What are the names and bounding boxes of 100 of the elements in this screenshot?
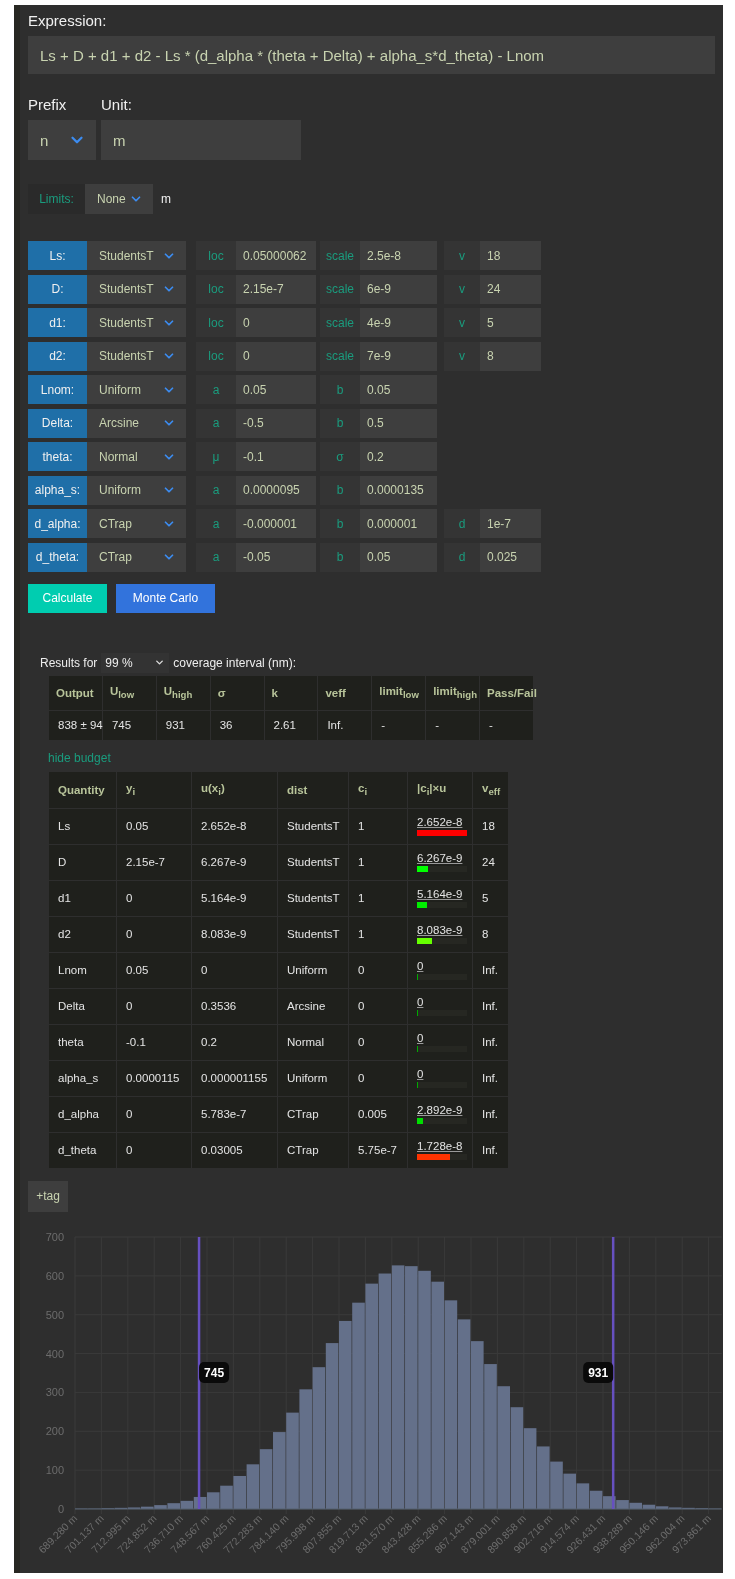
table-cell: 1.728e-8: [417, 1140, 463, 1152]
table-cell: Arcsine: [277, 988, 349, 1024]
table-cell: 838 ± 94: [48, 710, 103, 740]
table-cell: 931: [156, 710, 211, 740]
column-header: σ: [210, 675, 264, 710]
table-cell: 0.0000115: [116, 1060, 192, 1096]
column-header: y$_{i}$: [116, 771, 192, 808]
unit-label: Unit:: [101, 95, 132, 115]
variable-name: D:: [28, 274, 87, 304]
table-cell: 5.164e-9: [417, 888, 463, 900]
column-header: v$_{eff}$: [472, 771, 509, 808]
table-cell: 0: [348, 1024, 408, 1060]
table-cell: d_alpha: [48, 1096, 117, 1132]
table-cell: Inf.: [317, 710, 372, 740]
column-header: U$_{low}$: [102, 675, 157, 710]
table-cell: 5: [472, 880, 509, 916]
table-cell: StudentsT: [277, 844, 349, 880]
table-cell: 0.005: [348, 1096, 408, 1132]
table-cell: D: [48, 844, 117, 880]
column-header: |c$_{i}$|×u: [407, 771, 473, 808]
parameter-label: d: [444, 542, 480, 572]
parameter-label: d: [444, 509, 480, 538]
parameter-label: v: [444, 274, 480, 304]
variable-name: alpha_s:: [28, 475, 87, 505]
parameter-label: v: [444, 341, 480, 371]
table-cell: d2: [48, 916, 117, 952]
table-cell-text: 0: [417, 1068, 425, 1080]
table-cell: theta: [48, 1024, 117, 1060]
column-header: limit$_{high}$: [425, 675, 480, 710]
table-cell: Lnom: [48, 952, 117, 988]
table-cell: 8: [472, 916, 509, 952]
parameter-label: scale: [320, 341, 360, 371]
ref-line-label: 745: [204, 1365, 225, 1380]
table-cell: Normal: [277, 1024, 349, 1060]
column-header: limit$_{low}$: [371, 675, 426, 710]
column-header: dist: [277, 771, 349, 808]
table-cell: alpha_s: [48, 1060, 117, 1096]
table-cell: CTrap: [277, 1096, 349, 1132]
table-cell: 0.000001155: [191, 1060, 278, 1096]
column-header: Pass/Fail: [479, 675, 534, 710]
axis-label: 400: [45, 1347, 64, 1360]
table-cell: 2.652e-8: [417, 816, 463, 828]
value-tag: 745: [199, 1361, 230, 1383]
table-cell: 745: [102, 710, 157, 740]
prefix-label: Prefix: [28, 95, 68, 115]
table-cell: Inf.: [472, 1132, 509, 1168]
table-cell: 2.15e-7: [116, 844, 192, 880]
table-cell: Inf.: [472, 952, 509, 988]
parameter-label: b: [320, 542, 360, 572]
table-cell-text: 0: [417, 1032, 425, 1044]
column-header: Quantity: [48, 771, 117, 808]
table-cell: d1: [48, 880, 117, 916]
table-cell: Inf.: [472, 988, 509, 1024]
table-cell: 1: [348, 880, 408, 916]
table-cell: CTrap: [277, 1132, 349, 1168]
table-cell: StudentsT: [277, 880, 349, 916]
variable-name: d_alpha:: [28, 509, 87, 538]
table-cell: 24: [472, 844, 509, 880]
value-tag: 931: [583, 1361, 614, 1383]
parameter-label: a: [196, 408, 236, 438]
parameter-label: μ: [196, 442, 236, 471]
table-cell: 0.05: [116, 808, 192, 844]
table-cell: 8.083e-9: [191, 916, 278, 952]
parameter-label: loc: [196, 341, 236, 371]
table-cell: -: [425, 710, 480, 740]
table-cell: Inf.: [472, 1024, 509, 1060]
variable-name: d1:: [28, 308, 87, 337]
axis-label: 700: [45, 1230, 64, 1243]
parameter-label: loc: [196, 241, 236, 270]
table-cell: -: [371, 710, 426, 740]
table-cell: d_theta: [48, 1132, 117, 1168]
unit-text: m: [161, 192, 171, 206]
table-cell-text: 0: [417, 960, 425, 972]
parameter-label: loc: [196, 274, 236, 304]
table-cell: 0: [116, 988, 192, 1024]
parameter-label: a: [196, 542, 236, 572]
variable-name: d2:: [28, 341, 87, 371]
limits-label: Limits:: [28, 184, 85, 214]
table-cell: 0: [348, 1060, 408, 1096]
table-cell: Uniform: [277, 952, 349, 988]
table-cell: 0.2: [191, 1024, 278, 1060]
parameter-label: loc: [196, 308, 236, 337]
parameter-label: v: [444, 241, 480, 270]
table-cell: 0: [116, 880, 192, 916]
table-cell: 0: [348, 952, 408, 988]
variable-name: Ls:: [28, 241, 87, 270]
table-cell: Uniform: [277, 1060, 349, 1096]
parameter-label: b: [320, 375, 360, 404]
ref-line-label: 931: [588, 1365, 609, 1380]
table-cell: 0: [191, 952, 278, 988]
table-cell: 36: [210, 710, 264, 740]
parameter-label: b: [320, 475, 360, 505]
parameter-label: a: [196, 375, 236, 404]
parameter-label: b: [320, 509, 360, 538]
table-cell: 6.267e-9: [417, 852, 463, 864]
table-cell: 5.75e-7: [348, 1132, 408, 1168]
variable-name: Lnom:: [28, 375, 87, 404]
table-cell: 18: [472, 808, 509, 844]
axis-label: 300: [45, 1385, 64, 1398]
variable-name: d_theta:: [28, 542, 87, 572]
